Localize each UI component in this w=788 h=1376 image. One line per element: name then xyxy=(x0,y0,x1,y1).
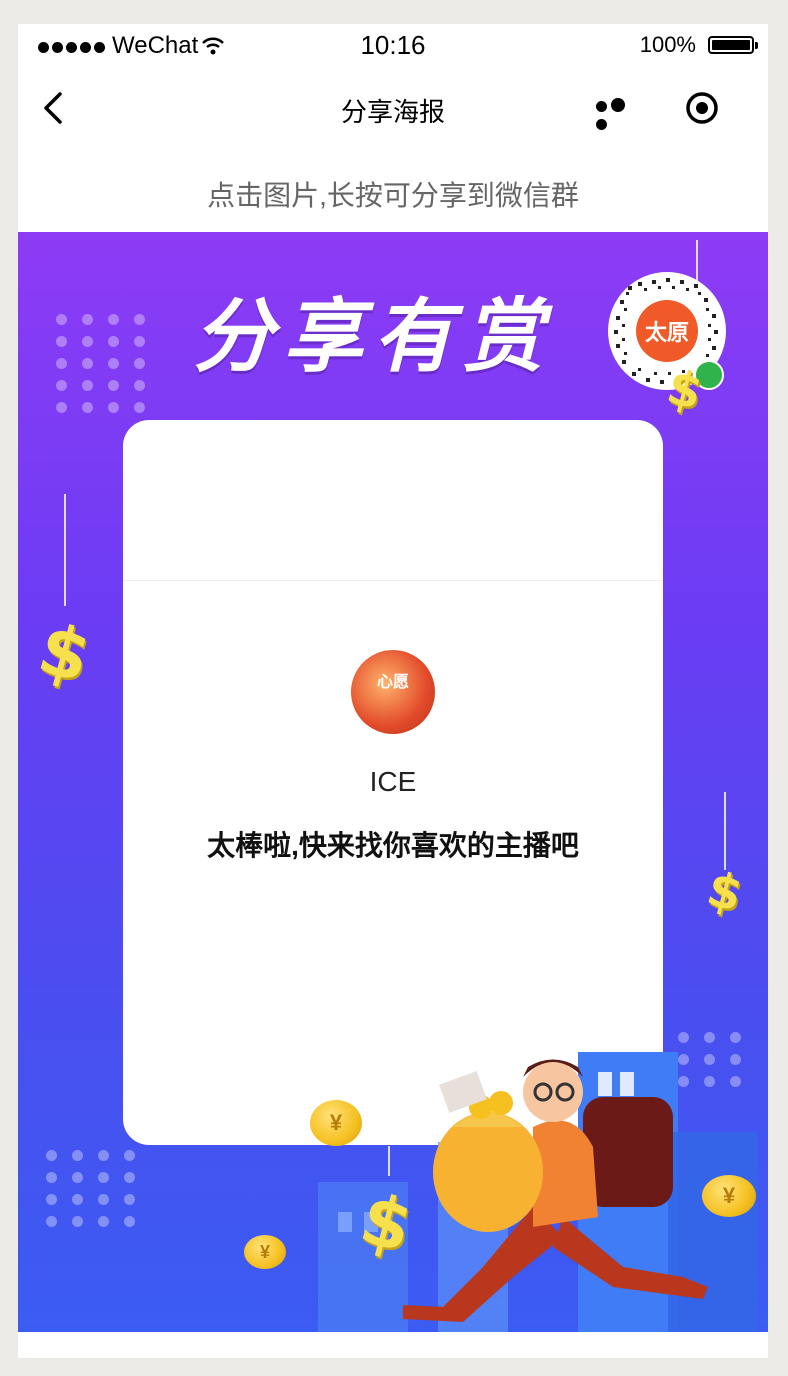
dollar-decoration-3: $ xyxy=(701,860,749,924)
page-title: 分享海报 xyxy=(340,97,445,127)
decor-line xyxy=(724,792,726,870)
share-poster-image[interactable]: 分享有赏 太原 $ $ $ 心愿 ICE 太棒啦,快来找你喜欢的主播吧 ¥ ¥ … xyxy=(18,232,768,1332)
dollar-decoration-2: $ xyxy=(30,607,99,699)
poster-headline: 分享有赏 xyxy=(193,292,553,381)
poster-slogan: 太棒啦,快来找你喜欢的主播吧 xyxy=(207,830,579,861)
status-bar: WeChat 10:16 100% xyxy=(18,24,768,64)
more-icon[interactable] xyxy=(596,98,642,130)
coin-decoration-3: ¥ xyxy=(702,1175,756,1217)
navigation-bar: 分享海报 xyxy=(18,64,768,152)
close-target-icon[interactable] xyxy=(685,91,719,125)
decor-line xyxy=(388,1146,390,1176)
username: ICE xyxy=(369,766,417,797)
avatar-logo-text: 心愿 xyxy=(376,674,409,691)
qr-center-logo: 太原 xyxy=(636,300,698,362)
battery-group: 100% xyxy=(639,32,758,58)
share-hint: 点击图片,长按可分享到微信群 xyxy=(207,180,579,211)
phone-screen: WeChat 10:16 100% 分享海报 点击图片,长按可分享到微信群 分享… xyxy=(18,24,768,1358)
coin-decoration-1: ¥ xyxy=(310,1100,362,1146)
battery-percent: 100% xyxy=(639,32,696,57)
card-divider xyxy=(123,580,663,581)
battery-icon xyxy=(708,36,758,54)
coin-decoration-2: ¥ xyxy=(244,1235,286,1269)
user-avatar: 心愿 xyxy=(351,650,435,734)
running-man-with-money-bag-illustration xyxy=(403,1059,708,1322)
decor-line xyxy=(64,494,66,606)
